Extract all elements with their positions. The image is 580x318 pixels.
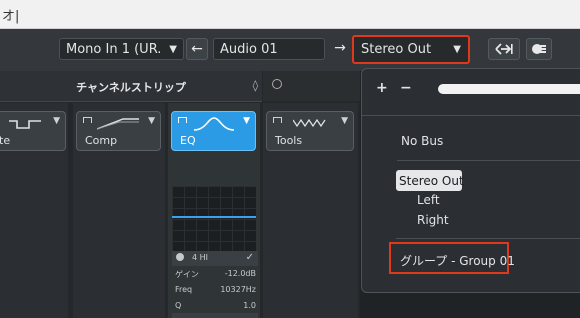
- gate-curve-icon: [9, 120, 41, 129]
- pin-icon[interactable]: ◊: [253, 79, 258, 92]
- circle-icon: [272, 79, 282, 89]
- checkmark-icon[interactable]: ✓: [246, 252, 254, 263]
- output-routing-select[interactable]: Stereo Out ▼: [352, 35, 470, 64]
- arrow-left-icon: ←: [191, 41, 203, 57]
- eq-param-next: [172, 313, 258, 318]
- menu-item-group-highlight[interactable]: グループ - Group 01: [389, 242, 515, 274]
- window-title-bar: オ|: [0, 0, 580, 29]
- param-name: Freq: [175, 285, 193, 294]
- module-slot-comp[interactable]: ▼ Comp: [76, 111, 161, 151]
- module-label: te: [0, 134, 11, 147]
- routing-toolbar: Mono In 1 (UR. ▼ ← Audio 01 → Stereo Out…: [0, 29, 580, 71]
- channel-name-field[interactable]: Audio 01: [213, 38, 325, 60]
- chevron-down-icon: ▼: [148, 116, 155, 126]
- param-name: Q: [175, 301, 182, 310]
- param-value: -12.0dB: [224, 269, 256, 278]
- channel-strip-title: チャンネルストリップ: [76, 81, 186, 94]
- menu-separator: [396, 238, 580, 239]
- module-label: EQ: [180, 134, 196, 147]
- eq-curve-icon: [194, 117, 234, 131]
- eq-grid: [172, 186, 256, 252]
- menu-separator: [397, 160, 580, 161]
- input-routing-select[interactable]: Mono In 1 (UR. ▼: [59, 38, 184, 60]
- channel-settings-button[interactable]: [526, 38, 552, 60]
- comp-curve-icon: [97, 118, 139, 130]
- eq-band-row[interactable]: 4 HI ✓: [172, 251, 258, 266]
- mixer-icon: [532, 44, 546, 54]
- route-forward-button[interactable]: →: [330, 38, 350, 60]
- window-title: オ|: [2, 9, 20, 24]
- menu-item-left[interactable]: Left: [417, 193, 440, 207]
- eq-param-freq[interactable]: Freq 10327Hz: [172, 283, 258, 298]
- power-icon[interactable]: [176, 253, 184, 261]
- input-routing-value: Mono In 1 (UR.: [66, 42, 162, 57]
- param-value: 1.0: [243, 301, 256, 310]
- param-value: 10327Hz: [220, 285, 256, 294]
- channel-name-value: Audio 01: [220, 42, 278, 57]
- chevron-down-icon: ▼: [53, 116, 60, 126]
- chevron-down-icon: ▼: [243, 116, 250, 126]
- channel-strip-header: チャンネルストリップ ◊: [0, 71, 262, 102]
- output-routing-value: Stereo Out: [361, 42, 432, 57]
- arrow-right-icon: →: [334, 40, 346, 56]
- module-label: Comp: [85, 134, 118, 147]
- remove-bus-button[interactable]: −: [400, 80, 412, 96]
- power-icon: [178, 117, 187, 123]
- menu-separator: [362, 115, 580, 116]
- route-out-icon: [495, 43, 513, 55]
- menu-item-no-bus[interactable]: No Bus: [401, 134, 443, 148]
- param-name: ゲイン: [175, 270, 199, 279]
- module-slot-eq[interactable]: ▼ EQ: [171, 111, 256, 151]
- eq-response-line: [172, 216, 256, 218]
- chevron-down-icon: ▼: [453, 44, 461, 55]
- eq-param-gain[interactable]: ゲイン -12.0dB: [172, 267, 258, 282]
- bus-search-field[interactable]: [438, 84, 580, 94]
- eq-band-label: 4 HI: [192, 253, 209, 262]
- module-slot-gate[interactable]: ▼ te: [0, 111, 66, 151]
- menu-item-group-01: グループ - Group 01: [400, 254, 515, 268]
- eq-graph[interactable]: [172, 186, 256, 252]
- eq-param-q[interactable]: Q 1.0: [172, 299, 258, 314]
- route-back-button[interactable]: ←: [186, 38, 208, 60]
- chevron-down-icon: ▼: [169, 44, 177, 55]
- menu-item-stereo-out[interactable]: Stereo Out: [399, 174, 464, 188]
- module-label: Tools: [275, 134, 303, 147]
- power-icon: [273, 117, 282, 123]
- routing-export-button[interactable]: [488, 38, 520, 60]
- tools-wave-icon: [293, 118, 326, 128]
- add-bus-button[interactable]: +: [376, 80, 388, 96]
- power-icon: [83, 117, 92, 123]
- module-slot-tools[interactable]: ▼ Tools: [266, 111, 354, 151]
- menu-item-right[interactable]: Right: [417, 213, 449, 227]
- chevron-down-icon: ▼: [341, 116, 348, 126]
- strip-tab-secondary[interactable]: [263, 71, 360, 101]
